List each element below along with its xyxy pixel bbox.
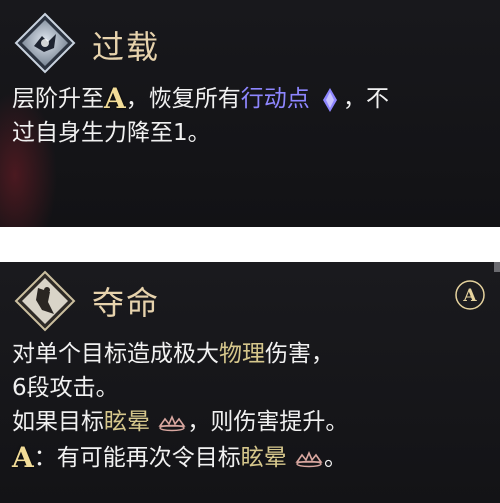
desc-text: 对单个目标造成极大 [12, 341, 219, 367]
desc-text: 。 [324, 445, 348, 471]
skill-description-line: 层阶升至A，恢复所有行动点 ，不 [12, 83, 389, 116]
keyword-stun: 眩晕 [240, 445, 287, 471]
rank-badge-label: A [462, 286, 477, 306]
skill-description-line: 如果目标眩晕 ，则伤害提升。 [12, 406, 348, 439]
blue-diamond-icon [323, 87, 338, 112]
rank-a-icon: A [12, 441, 34, 474]
stun-crown-icon [295, 450, 323, 467]
keyword-action-point: 行动点 [240, 86, 310, 112]
overload-icon [14, 12, 76, 74]
skill-title: 夺命 [92, 284, 161, 322]
skill-title: 过载 [92, 28, 161, 66]
scrollbar-thumb[interactable] [494, 262, 500, 272]
keyword-stun: 眩晕 [104, 409, 150, 435]
desc-text: 伤害， [265, 341, 334, 367]
rank-a-icon: A [104, 82, 126, 115]
skill-description-line: 对单个目标造成极大物理伤害， [12, 338, 334, 371]
keyword-physical: 物理 [219, 341, 265, 367]
desc-text: ：有可能再次令目标 [33, 445, 241, 471]
skill-description-line: A：有可能再次令目标眩晕 。 [12, 442, 347, 475]
desc-text: 如果目标 [12, 409, 104, 435]
desc-text: ，则伤害提升。 [187, 409, 349, 435]
skill-description-line: 6段攻击。 [12, 375, 119, 401]
rank-badge-icon: A [455, 280, 485, 310]
skill-card-overload: 过载 层阶升至A，恢复所有行动点 ，不 过自身生力降至1。 [0, 0, 500, 227]
separator [0, 227, 500, 262]
lethal-strike-icon [14, 270, 76, 332]
desc-text: ，恢复所有 [125, 86, 241, 112]
desc-text: ，不 [343, 86, 390, 112]
skill-description-line: 过自身生力降至1。 [12, 120, 211, 146]
desc-text: 层阶升至 [12, 86, 104, 112]
stun-crown-icon [158, 414, 186, 431]
skill-card-lethal: 夺命 A 对单个目标造成极大物理伤害， 6段攻击。 如果目标眩晕 ，则伤害提升。… [0, 262, 500, 503]
